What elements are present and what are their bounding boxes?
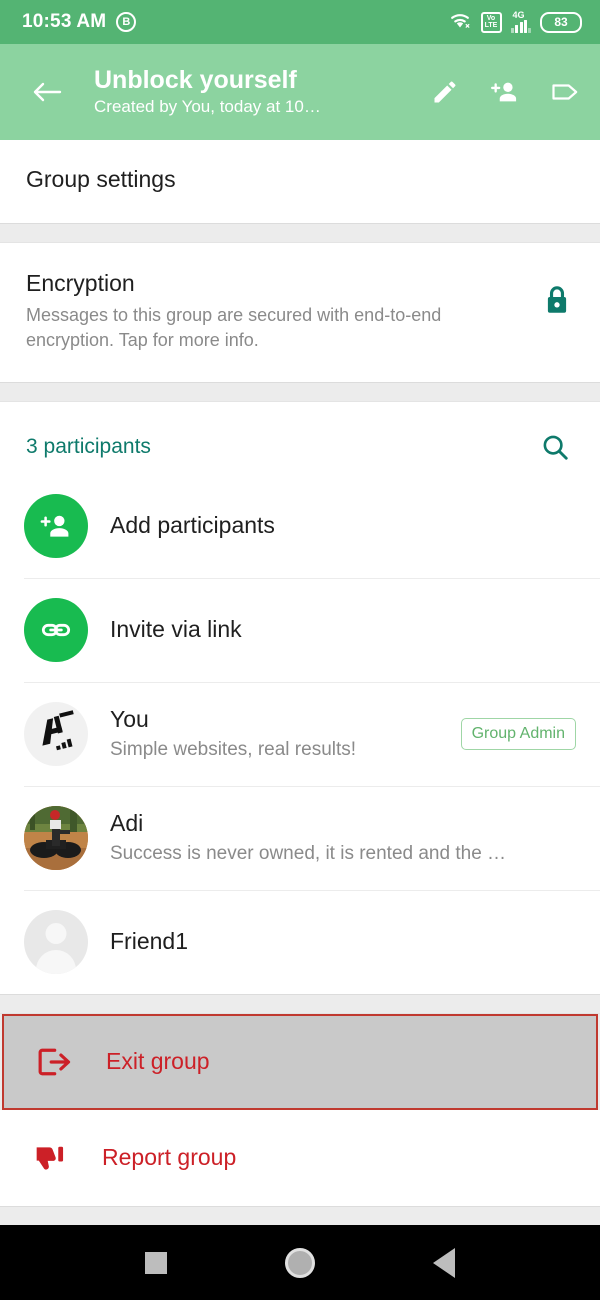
- back-button[interactable]: [26, 71, 68, 113]
- section-divider-2: [0, 381, 600, 402]
- group-settings-row[interactable]: Group settings: [0, 140, 600, 223]
- edit-group-button[interactable]: [428, 75, 462, 109]
- add-participants-label: Add participants: [110, 512, 275, 539]
- thumbs-down-icon: [28, 1136, 72, 1180]
- status-bar: 10:53 AM B Vo LTE 4G 83: [0, 0, 600, 44]
- group-settings-label: Group settings: [26, 166, 176, 192]
- avatar: [24, 701, 88, 766]
- signal-bars-secondary: [528, 20, 531, 33]
- pencil-icon: [434, 81, 456, 103]
- invite-via-link-label: Invite via link: [110, 616, 242, 643]
- participants-header: 3 participants: [0, 402, 600, 474]
- app-bar-actions: [428, 75, 582, 109]
- avatar: [24, 909, 88, 974]
- row-body: Invite via link: [110, 615, 576, 644]
- lock-icon: [542, 283, 572, 322]
- back-arrow-icon: [33, 82, 62, 102]
- volte-icon: Vo LTE: [480, 11, 502, 33]
- signal-bars-primary: [510, 20, 527, 33]
- tag-icon: [552, 84, 578, 100]
- avatar: [24, 597, 88, 662]
- participant-row-adi[interactable]: Adi Success is never owned, it is rented…: [0, 785, 600, 890]
- profile-logo-icon: [42, 710, 74, 751]
- encryption-row[interactable]: Encryption Messages to this group are se…: [0, 243, 600, 382]
- exit-group-row[interactable]: Exit group: [2, 1013, 598, 1110]
- phone-screen: 10:53 AM B Vo LTE 4G 83 Unblock yourself…: [0, 0, 600, 1300]
- status-bar-left: 10:53 AM B: [22, 11, 137, 33]
- battery-level-label: 83: [554, 15, 568, 29]
- report-group-label: Report group: [102, 1144, 237, 1171]
- encryption-section: Encryption Messages to this group are se…: [0, 243, 600, 382]
- android-nav-bar: [0, 1225, 600, 1300]
- volte-top-label: Vo: [486, 15, 496, 22]
- search-icon: [543, 435, 568, 460]
- network-type-label: 4G: [512, 10, 525, 20]
- row-body: Add participants: [110, 511, 576, 540]
- add-person-icon: [491, 82, 517, 102]
- link-icon: [41, 623, 71, 636]
- group-settings-section: Group settings: [0, 140, 600, 223]
- wifi-icon: [448, 10, 472, 35]
- invite-via-link-row[interactable]: Invite via link: [0, 577, 600, 682]
- exit-icon: [32, 1040, 76, 1084]
- participants-count: 3 participants: [26, 434, 151, 458]
- participant-name: You: [110, 706, 149, 733]
- participant-name: Friend1: [110, 928, 188, 955]
- volte-bottom-label: LTE: [484, 22, 498, 29]
- participant-name: Adi: [110, 810, 144, 837]
- avatar: [24, 805, 88, 870]
- section-divider-1: [0, 223, 600, 243]
- home-button[interactable]: [285, 1247, 315, 1278]
- status-badge: Group Admin: [460, 717, 576, 750]
- recents-button[interactable]: [145, 1251, 167, 1274]
- add-participant-button[interactable]: [488, 75, 522, 109]
- app-bar-titles: Unblock yourself Created by You, today a…: [94, 66, 418, 119]
- whatsapp-badge-letter: B: [122, 15, 131, 28]
- page-subtitle: Created by You, today at 10…: [94, 97, 321, 117]
- participant-row-you[interactable]: You Simple websites, real results! Group…: [0, 681, 600, 786]
- add-participants-row[interactable]: Add participants: [0, 474, 600, 578]
- profile-photo-icon: [24, 805, 88, 870]
- whatsapp-notification-icon: B: [116, 12, 137, 32]
- avatar: [24, 493, 88, 558]
- search-participants-button[interactable]: [534, 426, 576, 468]
- row-body: You Simple websites, real results!: [110, 705, 451, 762]
- back-button[interactable]: [433, 1247, 455, 1278]
- status-clock: 10:53 AM: [22, 11, 107, 32]
- report-group-row[interactable]: Report group: [0, 1109, 600, 1206]
- participants-section: 3 participants Add participants Invite v…: [0, 401, 600, 994]
- section-divider-3: [0, 993, 600, 1014]
- app-bar: Unblock yourself Created by You, today a…: [0, 44, 600, 140]
- encryption-description: Messages to this group are secured with …: [26, 304, 442, 351]
- page-title: Unblock yourself: [94, 65, 297, 94]
- encryption-title: Encryption: [26, 270, 135, 296]
- participant-status: Success is never owned, it is rented and…: [110, 842, 510, 864]
- participant-row-friend1[interactable]: Friend1: [0, 889, 600, 994]
- row-body: Friend1: [110, 927, 576, 956]
- row-body: Adi Success is never owned, it is rented…: [110, 809, 576, 866]
- signal-4g-icon: 4G: [510, 10, 531, 33]
- exit-group-label: Exit group: [106, 1048, 210, 1075]
- battery-icon: 83: [540, 11, 582, 33]
- label-group-button[interactable]: [548, 75, 582, 109]
- participant-status: Simple websites, real results!: [110, 738, 357, 760]
- encryption-text: Encryption Messages to this group are se…: [26, 269, 542, 354]
- add-person-icon: [40, 515, 69, 537]
- status-bar-right: Vo LTE 4G 83: [448, 10, 582, 35]
